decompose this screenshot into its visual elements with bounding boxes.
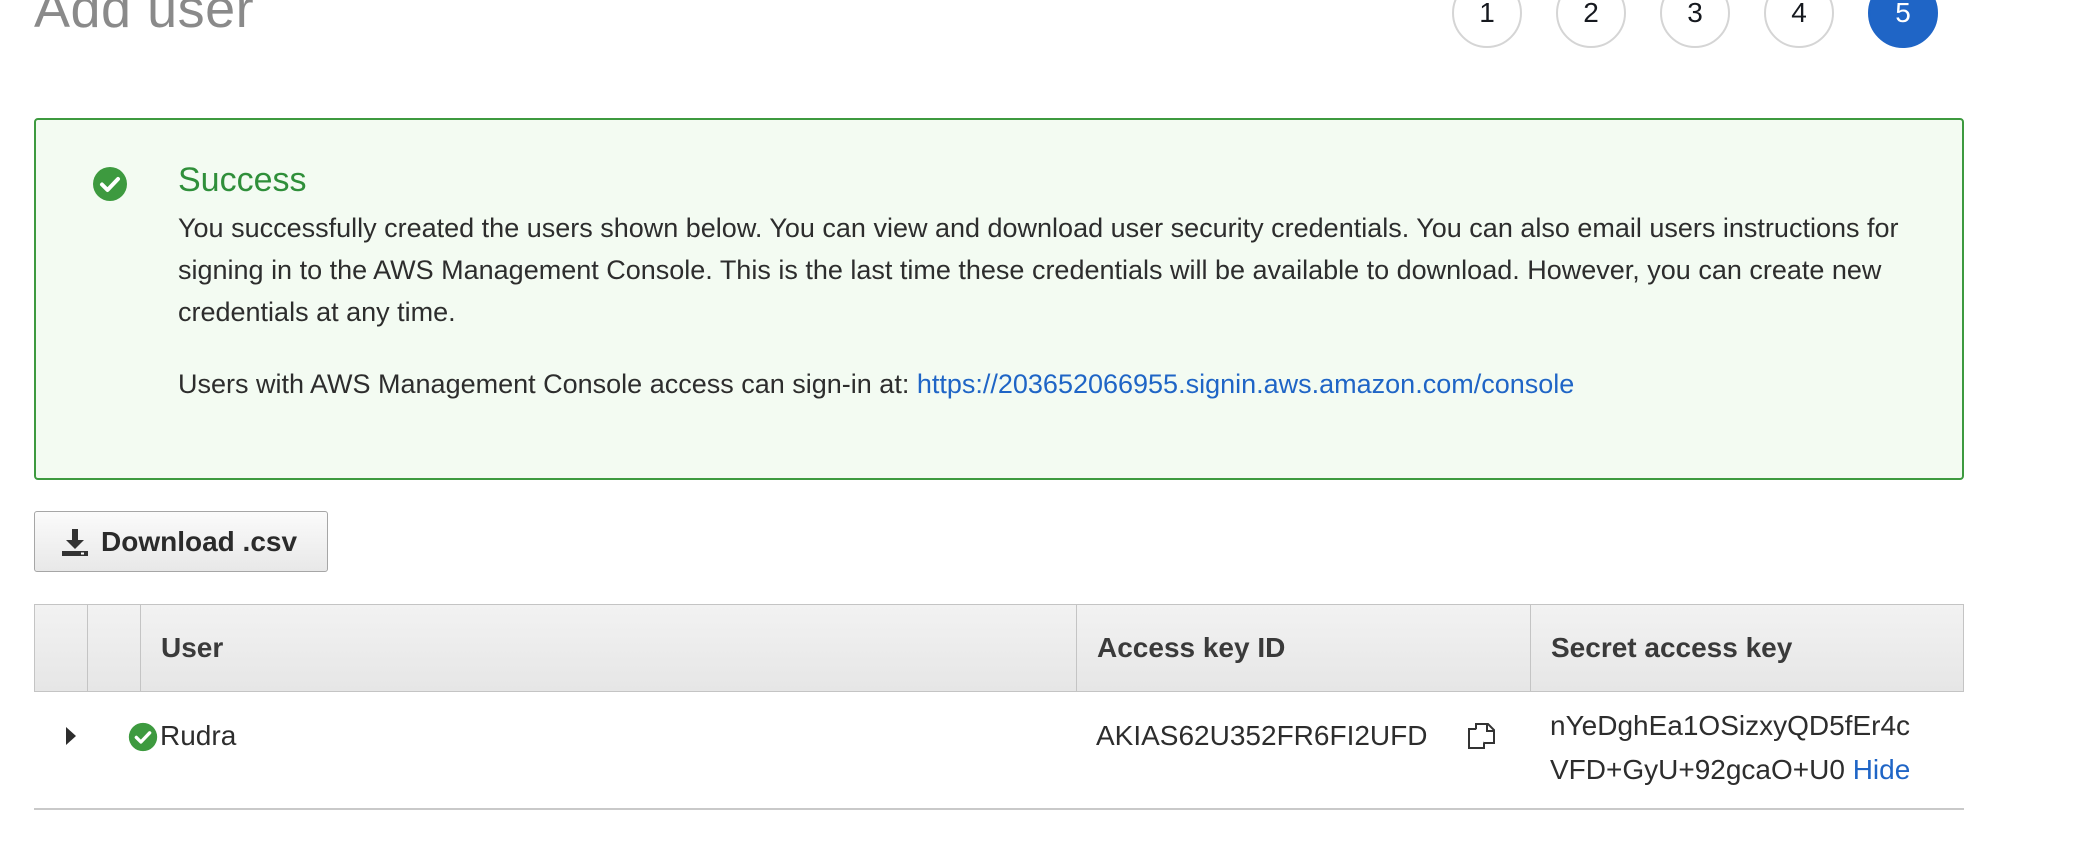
signin-label: Users with AWS Management Console access… [178,368,910,399]
user-name: Rudra [160,720,237,751]
step-2[interactable]: 2 [1556,0,1626,48]
step-1[interactable]: 1 [1452,0,1522,48]
step-5[interactable]: 5 [1868,0,1938,48]
alert-message: You successfully created the users shown… [178,212,1899,327]
step-4[interactable]: 4 [1764,0,1834,48]
alert-title: Success [178,161,307,199]
success-alert: Success You successfully created the use… [34,118,1964,480]
step-3[interactable]: 3 [1660,0,1730,48]
column-header-access-key-id[interactable]: Access key ID [1077,605,1531,691]
copy-icon[interactable] [1466,720,1498,752]
secret-key-line-1: nYeDghEa1OSizxyQD5fEr4c [1550,710,1911,741]
column-header-user[interactable]: User [141,605,1077,691]
secret-key-line-2: VFD+GyU+92gcaO+U0 Hide [1550,748,1910,792]
check-circle-icon [93,167,127,201]
table-row: Rudra AKIAS62U352FR6FI2UFD nYeDghEa1OSiz… [34,692,1964,810]
expand-caret-icon[interactable] [64,724,78,748]
secret-key-line-2-text: VFD+GyU+92gcaO+U0 [1550,754,1845,785]
column-header-secret-access-key[interactable]: Secret access key [1531,605,1963,691]
status-column-header [88,605,141,691]
check-circle-icon [128,722,158,752]
wizard-steps: 1 2 3 4 5 [1452,0,1938,48]
table-header: User Access key ID Secret access key [34,604,1964,692]
hide-secret-link[interactable]: Hide [1853,754,1911,785]
access-key-id: AKIAS62U352FR6FI2UFD [1096,720,1428,751]
download-icon [62,528,88,556]
expand-column-header [35,605,88,691]
page-title: Add user [34,0,255,39]
download-csv-button[interactable]: Download .csv [34,511,328,572]
signin-info: Users with AWS Management Console access… [178,363,1922,405]
credentials-table: User Access key ID Secret access key Rud… [34,604,1964,810]
signin-url-link[interactable]: https://203652066955.signin.aws.amazon.c… [917,369,1574,399]
download-csv-label: Download .csv [101,525,298,557]
secret-access-key: nYeDghEa1OSizxyQD5fEr4c VFD+GyU+92gcaO+U… [1550,704,1910,792]
